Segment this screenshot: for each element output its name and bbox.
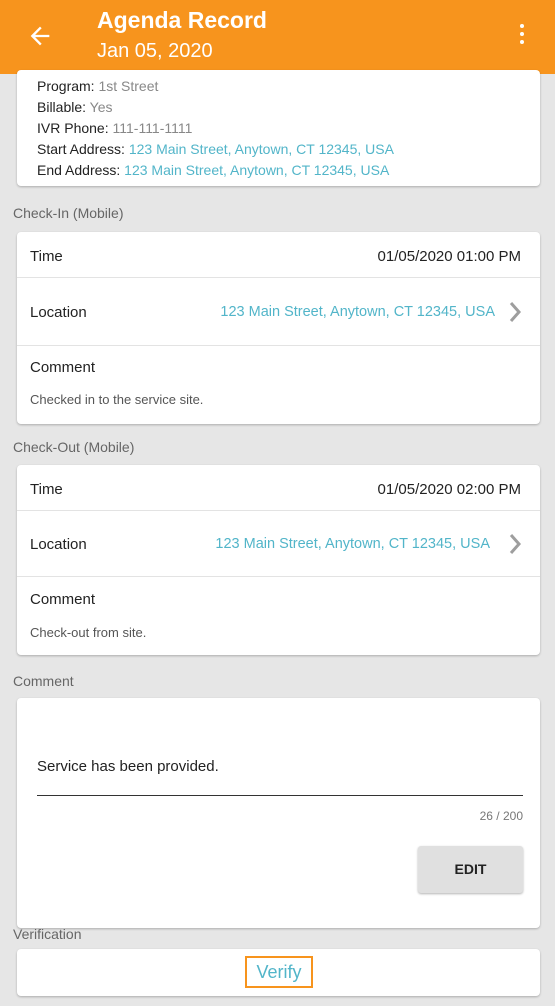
ivr-phone-value: 111-111-1111 bbox=[112, 120, 193, 136]
comment-char-counter: 26 / 200 bbox=[479, 809, 523, 823]
checkout-location-row[interactable]: Location 123 Main Street, Anytown, CT 12… bbox=[17, 511, 540, 577]
app-bar: Agenda Record Jan 05, 2020 bbox=[0, 0, 555, 74]
program-row: Program: 1st Street bbox=[37, 76, 540, 97]
chevron-right-icon[interactable] bbox=[508, 533, 522, 555]
checkin-comment-label: Comment bbox=[30, 359, 96, 376]
checkout-time-row: Time 01/05/2020 02:00 PM bbox=[17, 465, 540, 511]
start-address-label: Start Address: bbox=[37, 141, 125, 157]
chevron-right-icon[interactable] bbox=[508, 301, 522, 323]
back-arrow-icon[interactable] bbox=[26, 22, 54, 50]
program-value: 1st Street bbox=[98, 78, 159, 94]
checkout-comment-text: Check-out from site. bbox=[30, 625, 147, 640]
end-address-label: End Address: bbox=[37, 162, 121, 178]
comment-section-title: Comment bbox=[13, 673, 74, 689]
billable-row: Billable: Yes bbox=[37, 97, 540, 118]
checkin-section-title: Check-In (Mobile) bbox=[13, 205, 124, 221]
billable-label: Billable: bbox=[37, 99, 87, 115]
comment-input-underline bbox=[37, 795, 523, 796]
comment-input[interactable]: Service has been provided. bbox=[37, 758, 219, 775]
ivr-phone-label: IVR Phone: bbox=[37, 120, 109, 136]
checkin-location-link[interactable]: 123 Main Street, Anytown, CT 12345, USA bbox=[220, 304, 495, 320]
verification-section-title: Verification bbox=[13, 926, 82, 942]
checkin-location-row[interactable]: Location 123 Main Street, Anytown, CT 12… bbox=[17, 278, 540, 346]
checkin-time-value: 01/05/2020 01:00 PM bbox=[377, 248, 521, 265]
checkout-section-title: Check-Out (Mobile) bbox=[13, 439, 135, 455]
checkout-comment-label: Comment bbox=[30, 591, 96, 608]
page-subtitle-date: Jan 05, 2020 bbox=[97, 40, 213, 62]
checkout-location-link[interactable]: 123 Main Street, Anytown, CT 12345, USA bbox=[215, 536, 490, 552]
end-address-link[interactable]: 123 Main Street, Anytown, CT 12345, USA bbox=[124, 162, 389, 178]
start-address-link[interactable]: 123 Main Street, Anytown, CT 12345, USA bbox=[129, 141, 394, 157]
checkin-time-row: Time 01/05/2020 01:00 PM bbox=[17, 232, 540, 278]
edit-button[interactable]: EDIT bbox=[418, 846, 523, 893]
comment-card: Service has been provided. 26 / 200 EDIT bbox=[17, 698, 540, 928]
checkin-card: Time 01/05/2020 01:00 PM Location 123 Ma… bbox=[17, 232, 540, 424]
checkout-time-value: 01/05/2020 02:00 PM bbox=[377, 481, 521, 498]
end-address-row: End Address: 123 Main Street, Anytown, C… bbox=[37, 160, 540, 181]
checkout-card: Time 01/05/2020 02:00 PM Location 123 Ma… bbox=[17, 465, 540, 655]
program-label: Program: bbox=[37, 78, 95, 94]
more-vert-icon[interactable] bbox=[515, 24, 529, 50]
verify-button[interactable]: Verify bbox=[245, 956, 313, 988]
record-details-card: Program: 1st Street Billable: Yes IVR Ph… bbox=[17, 70, 540, 186]
checkin-location-label: Location bbox=[30, 304, 87, 321]
checkout-time-label: Time bbox=[30, 481, 63, 498]
checkin-comment-text: Checked in to the service site. bbox=[30, 392, 204, 407]
start-address-row: Start Address: 123 Main Street, Anytown,… bbox=[37, 139, 540, 160]
page-title: Agenda Record bbox=[97, 7, 267, 33]
verification-card: Verify bbox=[17, 949, 540, 996]
billable-value: Yes bbox=[89, 99, 113, 115]
checkout-location-label: Location bbox=[30, 536, 87, 553]
checkin-time-label: Time bbox=[30, 248, 63, 265]
ivr-phone-row: IVR Phone: 111-111-1111 bbox=[37, 118, 540, 139]
